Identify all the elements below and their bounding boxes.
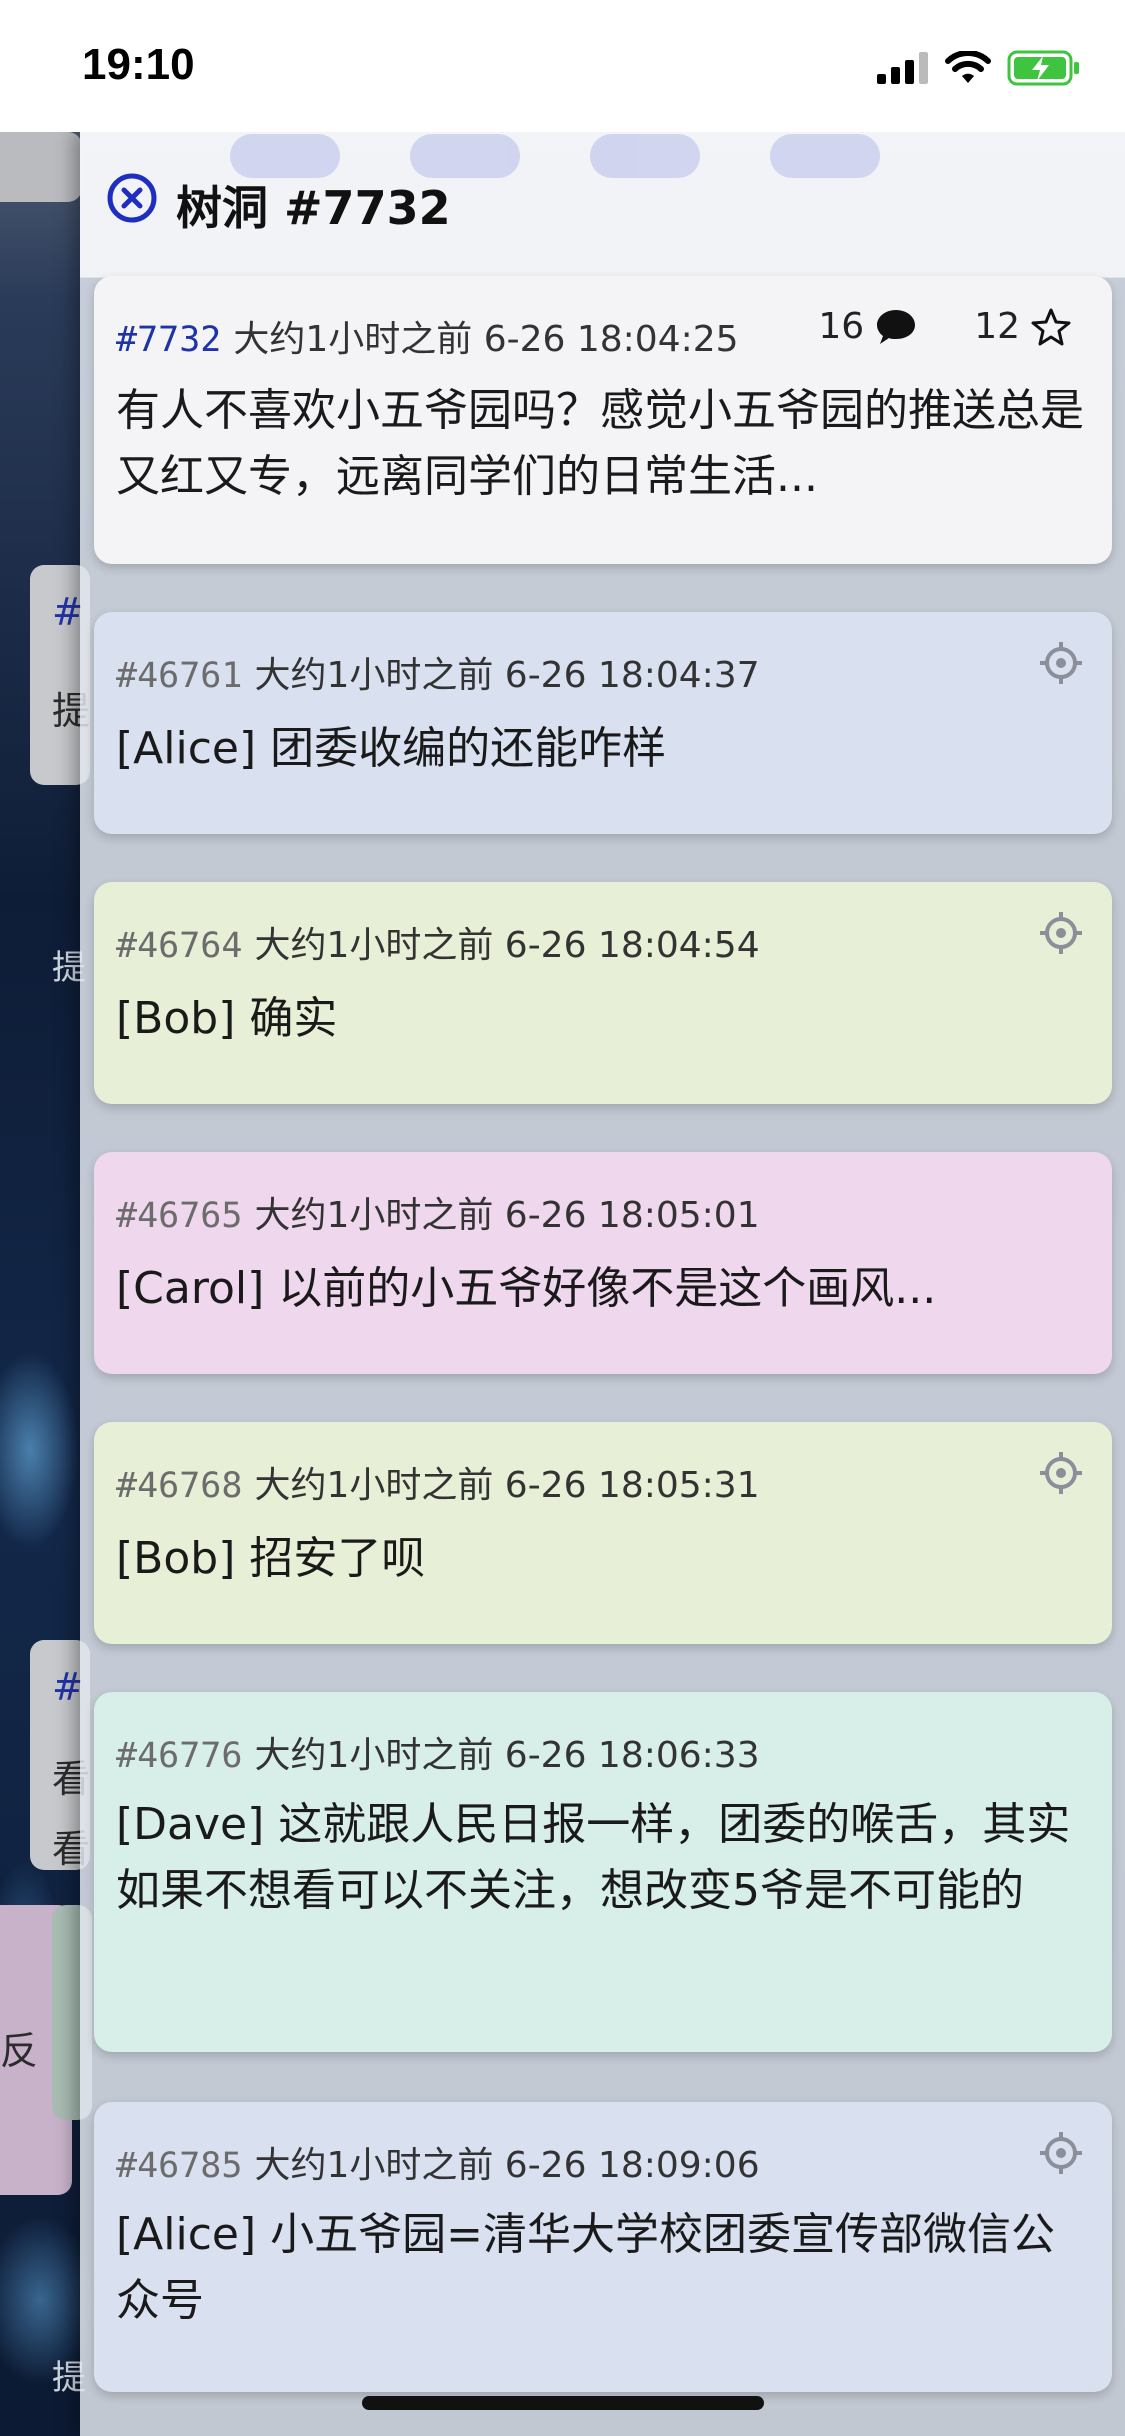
- reply-card[interactable]: #46761 大约1小时之前 6-26 18:04:37 [Alice] 团委收编…: [94, 612, 1112, 834]
- sheet-header: 树洞 #7732: [80, 132, 1125, 278]
- cellular-signal-icon: [877, 52, 928, 84]
- post-stats: 16 12: [818, 306, 1072, 347]
- reply-body: [Dave] 这就跟人民日报一样，团委的喉舌，其实如果不想看可以不关注，想改变5…: [116, 1799, 1071, 1916]
- reply-meta: #46764 大约1小时之前 6-26 18:04:54: [116, 916, 760, 968]
- reply-id: #46765: [116, 1196, 243, 1236]
- reply-id: #46768: [116, 1466, 243, 1506]
- wifi-icon: [945, 51, 991, 83]
- reply-body: [Bob] 确实: [116, 993, 338, 1044]
- post-meta: #7732 大约1小时之前 6-26 18:04:25: [116, 310, 739, 362]
- post-id: #7732: [116, 320, 222, 360]
- star-outline-icon[interactable]: [1030, 307, 1072, 347]
- reply-meta: #46776 大约1小时之前 6-26 18:06:33: [116, 1726, 760, 1778]
- reply-id: #46785: [116, 2146, 243, 2186]
- status-icons: [877, 50, 1081, 86]
- reply-meta: #46768 大约1小时之前 6-26 18:05:31: [116, 1456, 760, 1508]
- main-post-card[interactable]: #7732 大约1小时之前 6-26 18:04:25 16 12 有人不喜欢小五…: [94, 276, 1112, 564]
- reply-body: [Carol] 以前的小五爷好像不是这个画风...: [116, 1263, 937, 1314]
- reply-meta: #46761 大约1小时之前 6-26 18:04:37: [116, 646, 760, 698]
- bg-fragment: 反: [0, 2029, 39, 2073]
- reply-meta: #46765 大约1小时之前 6-26 18:05:01: [116, 1186, 760, 1238]
- post-detail-sheet: 树洞 #7732 #7732 大约1小时之前 6-26 18:04:25 16 1…: [80, 132, 1125, 2436]
- reply-body: [Alice] 小五爷园=清华大学校团委宣传部微信公众号: [116, 2209, 1055, 2326]
- crosshair-locate-icon[interactable]: [1038, 640, 1084, 686]
- sheet-title: 树洞 #7732: [176, 181, 451, 235]
- reply-card[interactable]: #46768 大约1小时之前 6-26 18:05:31 [Bob] 招安了呗: [94, 1422, 1112, 1644]
- reply-time: 大约1小时之前 6-26 18:05:01: [254, 1195, 760, 1236]
- reply-card[interactable]: #46765 大约1小时之前 6-26 18:05:01 [Carol] 以前的小…: [94, 1152, 1112, 1374]
- comment-bubble-icon: [877, 309, 916, 344]
- reply-time: 大约1小时之前 6-26 18:04:54: [254, 925, 760, 966]
- close-icon[interactable]: [106, 172, 158, 224]
- reply-body: [Alice] 团委收编的还能咋样: [116, 723, 667, 774]
- reply-time: 大约1小时之前 6-26 18:09:06: [254, 2145, 760, 2186]
- reply-body: [Bob] 招安了呗: [116, 1533, 426, 1584]
- star-count: 12: [974, 306, 1020, 347]
- reply-count: 16: [818, 306, 865, 347]
- reply-time: 大约1小时之前 6-26 18:04:37: [254, 655, 760, 696]
- reply-id: #46776: [116, 1736, 243, 1776]
- reply-time: 大约1小时之前 6-26 18:05:31: [254, 1465, 760, 1506]
- bg-card: [0, 132, 82, 202]
- battery-charging-icon: [1007, 50, 1079, 86]
- reply-id: #46761: [116, 656, 243, 696]
- reply-meta: #46785 大约1小时之前 6-26 18:09:06: [116, 2136, 760, 2188]
- crosshair-locate-icon[interactable]: [1038, 910, 1084, 956]
- home-indicator[interactable]: [362, 2396, 764, 2410]
- reply-time: 大约1小时之前 6-26 18:06:33: [254, 1735, 760, 1776]
- post-body: 有人不喜欢小五爷园吗？感觉小五爷园的推送总是又红又专，远离同学们的日常生活...: [116, 385, 1084, 502]
- crosshair-locate-icon[interactable]: [1038, 1450, 1084, 1496]
- status-bar: 19:10: [0, 0, 1125, 132]
- post-time: 大约1小时之前 6-26 18:04:25: [233, 319, 739, 360]
- reply-id: #46764: [116, 926, 243, 966]
- crosshair-locate-icon[interactable]: [1038, 2130, 1084, 2176]
- reply-card[interactable]: #46764 大约1小时之前 6-26 18:04:54 [Bob] 确实: [94, 882, 1112, 1104]
- status-time: 19:10: [82, 40, 195, 89]
- reply-card[interactable]: #46785 大约1小时之前 6-26 18:09:06 [Alice] 小五爷园…: [94, 2102, 1112, 2392]
- reply-card[interactable]: #46776 大约1小时之前 6-26 18:06:33 [Dave] 这就跟人民…: [94, 1692, 1112, 2052]
